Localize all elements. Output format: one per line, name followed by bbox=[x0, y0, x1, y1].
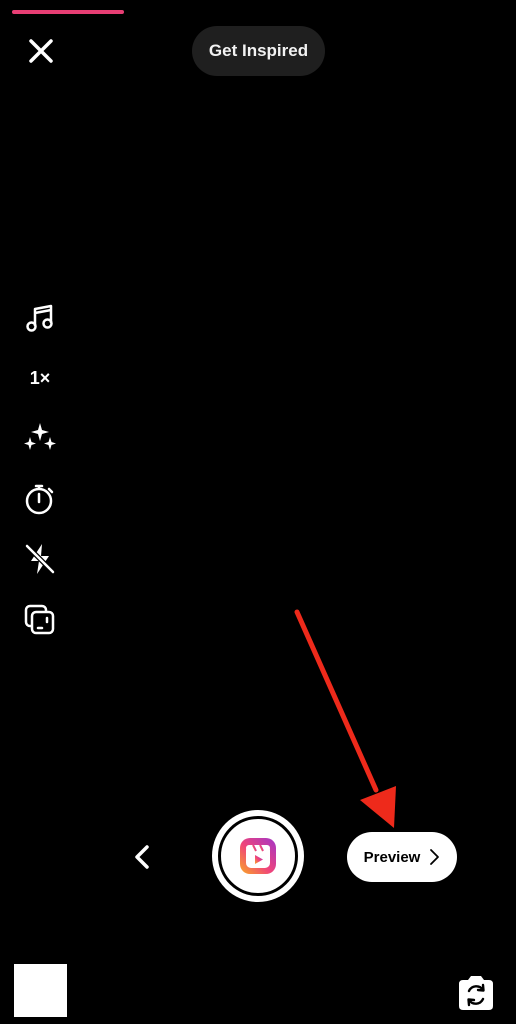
flip-camera-button[interactable] bbox=[455, 972, 497, 1014]
sparkles-icon bbox=[24, 423, 56, 450]
camera-flip-icon bbox=[459, 976, 493, 1010]
back-button[interactable] bbox=[128, 840, 156, 874]
layout-button[interactable] bbox=[20, 600, 60, 640]
music-button[interactable] bbox=[20, 298, 60, 338]
get-inspired-label: Get Inspired bbox=[208, 41, 309, 60]
get-inspired-button[interactable]: Get Inspired bbox=[192, 26, 325, 76]
timer-button[interactable] bbox=[20, 479, 60, 519]
capture-inner-ring bbox=[218, 816, 298, 896]
speed-button[interactable]: 1× bbox=[20, 358, 60, 398]
layout-icon bbox=[24, 604, 55, 635]
capture-button[interactable] bbox=[212, 810, 304, 902]
preview-button[interactable]: Preview bbox=[347, 832, 457, 882]
reels-icon bbox=[240, 838, 276, 874]
chevron-right-icon bbox=[430, 849, 440, 865]
chevron-left-icon bbox=[135, 845, 149, 869]
recording-progress-bar bbox=[12, 10, 124, 14]
flash-off-icon bbox=[25, 544, 55, 574]
effects-button[interactable] bbox=[20, 418, 60, 458]
timer-icon bbox=[25, 484, 54, 515]
close-button[interactable] bbox=[24, 34, 58, 68]
music-note-icon bbox=[26, 304, 53, 332]
speed-label: 1× bbox=[29, 367, 51, 388]
recording-progress-fill bbox=[12, 10, 124, 14]
flash-button[interactable] bbox=[20, 539, 60, 579]
preview-label: Preview bbox=[363, 848, 421, 866]
close-icon bbox=[29, 39, 53, 63]
gallery-thumbnail[interactable] bbox=[14, 964, 67, 1017]
